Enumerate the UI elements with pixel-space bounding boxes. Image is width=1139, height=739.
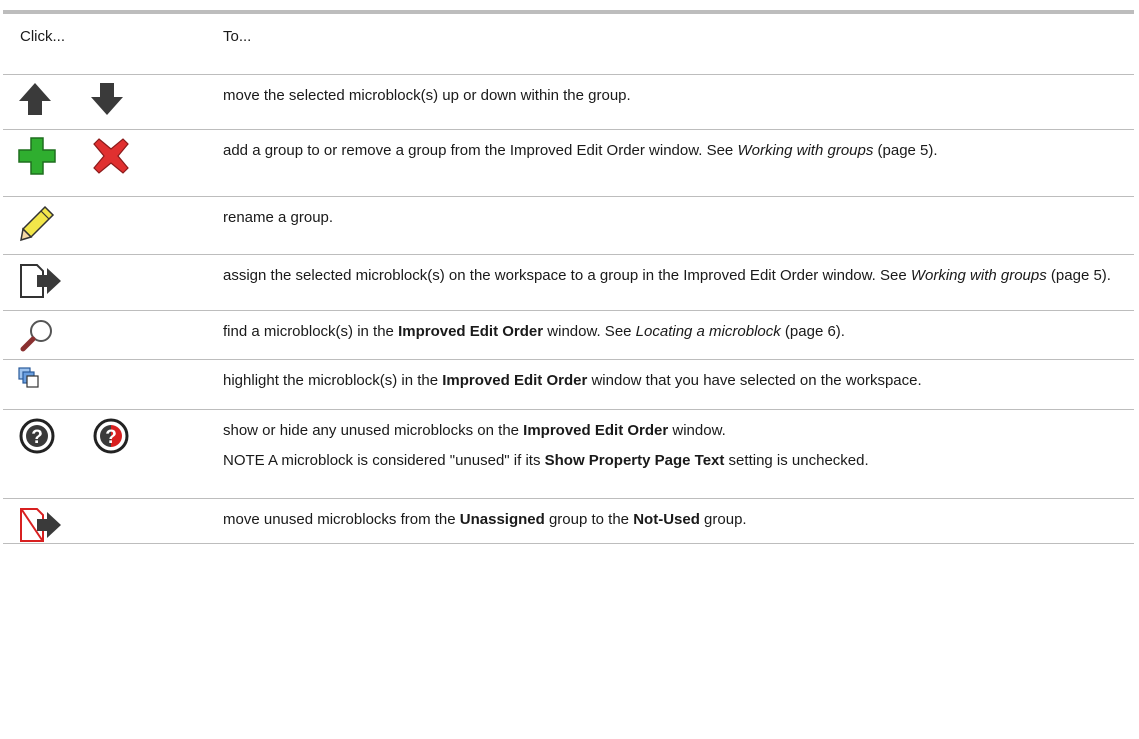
row-description: add a group to or remove a group from th… — [223, 142, 938, 159]
magnifier-icon[interactable] — [17, 317, 57, 355]
pencil-icon[interactable] — [17, 203, 57, 243]
row-description: show or hide any unused microblocks on t… — [223, 420, 1123, 471]
note: NOTE A microblock is considered "unused"… — [223, 452, 869, 469]
row-description: assign the selected microblock(s) on the… — [223, 267, 1111, 284]
row-description: move the selected microblock(s) up or do… — [223, 87, 631, 104]
table-row: rename a group. — [3, 197, 1134, 255]
row-description: highlight the microblock(s) in the Impro… — [223, 372, 922, 389]
header-click: Click... — [20, 28, 65, 45]
assign-to-group-icon[interactable] — [17, 261, 63, 301]
highlight-selected-icon[interactable] — [17, 366, 41, 390]
arrow-up-icon[interactable] — [17, 81, 53, 117]
table-row: move the selected microblock(s) up or do… — [3, 75, 1134, 130]
show-unused-icon[interactable]: ? — [17, 416, 57, 456]
toolbar-reference-table: Click... To... move the selected microbl… — [3, 10, 1134, 544]
table-row: add a group to or remove a group from th… — [3, 130, 1134, 197]
header-to: To... — [223, 28, 252, 45]
add-group-icon[interactable] — [17, 136, 57, 176]
link-working-with-groups[interactable]: Working with groups — [737, 142, 873, 159]
link-locating-a-microblock[interactable]: Locating a microblock — [636, 323, 781, 340]
row-description: move unused microblocks from the Unassig… — [223, 511, 747, 528]
table-header: Click... To... — [3, 14, 1134, 75]
link-working-with-groups[interactable]: Working with groups — [911, 267, 1047, 284]
table-row: highlight the microblock(s) in the Impro… — [3, 360, 1134, 410]
hide-unused-icon[interactable]: ? — [91, 416, 131, 456]
svg-text:?: ? — [31, 427, 43, 448]
remove-group-icon[interactable] — [91, 136, 131, 176]
table-row: assign the selected microblock(s) on the… — [3, 255, 1134, 311]
svg-text:?: ? — [105, 427, 117, 448]
arrow-down-icon[interactable] — [89, 81, 125, 117]
row-description: rename a group. — [223, 209, 334, 226]
table-row: move unused microblocks from the Unassig… — [3, 499, 1134, 544]
table-row: find a microblock(s) in the Improved Edi… — [3, 311, 1134, 360]
row-description: find a microblock(s) in the Improved Edi… — [223, 323, 845, 340]
move-unused-icon[interactable] — [17, 505, 63, 545]
table-row: ? ? show or hide any unused microblocks … — [3, 410, 1134, 499]
